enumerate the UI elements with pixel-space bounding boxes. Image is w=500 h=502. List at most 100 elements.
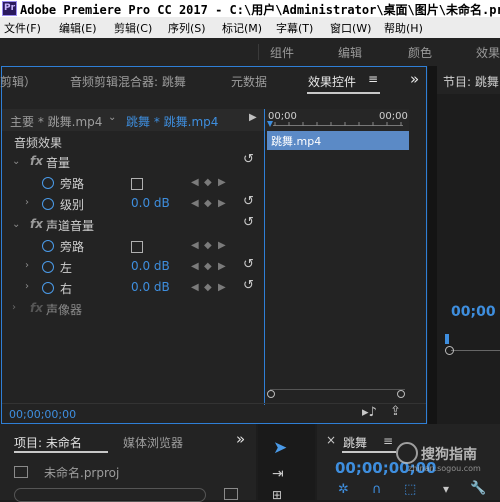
sequence-tab[interactable]: 跳舞 xyxy=(343,434,367,451)
menu-title[interactable]: 字幕(T) xyxy=(276,20,313,36)
timeline-start-time: 00;00 xyxy=(268,111,297,122)
fx-icon[interactable]: fx xyxy=(30,217,43,231)
effect-channel-volume-row[interactable]: ⌄ fx 声道音量 ↺ xyxy=(0,214,263,235)
effect-volume-row[interactable]: ⌄ fx 音量 ↺ xyxy=(0,151,263,172)
channel-volume-effect-name: 声道音量 xyxy=(46,219,95,233)
nest-icon[interactable]: ✲ xyxy=(338,482,349,497)
overflow-icon[interactable]: » xyxy=(236,430,245,448)
timeline-clip[interactable]: 跳舞.mp4 xyxy=(267,131,409,150)
menu-help[interactable]: 帮助(H) xyxy=(384,20,423,36)
menu-clip[interactable]: 剪辑(C) xyxy=(114,20,152,36)
snap-icon[interactable]: ∩ xyxy=(372,482,382,497)
project-tab[interactable]: 项目: 未命名 xyxy=(14,434,82,451)
program-monitor: 节目: 跳舞 00;00 xyxy=(437,66,500,424)
menu-marker[interactable]: 标记(M) xyxy=(222,20,262,36)
expand-arrow-icon[interactable]: ⌄ xyxy=(12,156,20,167)
workspace-effects[interactable]: 效果 xyxy=(476,44,500,61)
app-icon: Pr xyxy=(2,1,17,16)
expand-arrow-icon[interactable]: › xyxy=(12,302,16,313)
fx-icon[interactable]: fx xyxy=(30,154,43,168)
stopwatch-icon[interactable] xyxy=(42,261,54,273)
active-tab-underline xyxy=(307,92,380,94)
reset-icon[interactable]: ↺ xyxy=(243,257,254,272)
close-icon[interactable]: × xyxy=(326,433,336,447)
export-icon[interactable]: ⇪ xyxy=(390,404,401,419)
linked-selection-icon[interactable]: ⬚ xyxy=(404,482,416,497)
panel-menu-icon[interactable]: ≡ xyxy=(368,72,378,86)
add-keyframe-icon[interactable]: ◆ xyxy=(204,177,212,188)
stopwatch-icon[interactable] xyxy=(42,198,54,210)
right-value[interactable]: 0.0 dB xyxy=(131,280,170,294)
stopwatch-icon[interactable] xyxy=(42,177,54,189)
fx-timecode[interactable]: 00;00;00;00 xyxy=(9,408,76,421)
scroll-handle-icon[interactable] xyxy=(445,346,454,355)
effect-panner-row[interactable]: › fx 声像器 xyxy=(0,298,263,319)
channel-right-row: › 右 0.0 dB ◀ ◆ ▶ ↺ xyxy=(0,277,263,298)
menu-window[interactable]: 窗口(W) xyxy=(330,20,371,36)
workspace-color[interactable]: 颜色 xyxy=(408,44,432,61)
media-browser-tab[interactable]: 媒体浏览器 xyxy=(123,434,183,451)
volume-level-row: › 级别 0.0 dB ◀ ◆ ▶ ↺ xyxy=(0,193,263,214)
program-scrubber[interactable] xyxy=(451,350,500,351)
level-label: 级别 xyxy=(60,198,85,212)
reset-icon[interactable]: ↺ xyxy=(243,194,254,209)
track-select-tool-icon[interactable]: ⇥ xyxy=(272,466,284,482)
level-value[interactable]: 0.0 dB xyxy=(131,196,170,210)
workspace-editing[interactable]: 编辑 xyxy=(338,44,362,61)
expand-arrow-icon[interactable]: › xyxy=(25,197,29,208)
next-keyframe-icon[interactable]: ▶ xyxy=(218,261,226,272)
playhead-marker[interactable] xyxy=(445,334,449,344)
stopwatch-icon[interactable] xyxy=(42,240,54,252)
prev-keyframe-icon[interactable]: ◀ xyxy=(191,177,199,188)
program-title[interactable]: 节目: 跳舞 xyxy=(443,73,499,90)
menu-file[interactable]: 文件(F) xyxy=(4,20,41,36)
chevron-down-icon[interactable]: ⌄ xyxy=(108,112,116,123)
master-clip-label[interactable]: 主要 * 跳舞.mp4 xyxy=(10,113,102,130)
add-keyframe-icon[interactable]: ◆ xyxy=(204,198,212,209)
tab-metadata[interactable]: 元数据 xyxy=(231,73,267,90)
left-value[interactable]: 0.0 dB xyxy=(131,259,170,273)
stopwatch-icon[interactable] xyxy=(42,282,54,294)
tab-audio-clip-mixer[interactable]: 音频剪辑混合器: 跳舞 xyxy=(70,73,186,90)
watermark-logo xyxy=(396,442,418,464)
workspace-assembly[interactable]: 组件 xyxy=(270,44,294,61)
scroll-handle-right-icon[interactable] xyxy=(397,390,405,398)
play-icon[interactable]: ▶ xyxy=(249,112,257,123)
menu-sequence[interactable]: 序列(S) xyxy=(168,20,206,36)
next-keyframe-icon[interactable]: ▶ xyxy=(218,282,226,293)
selection-tool-icon[interactable]: ➤ xyxy=(273,438,287,458)
expand-arrow-icon[interactable]: ⌄ xyxy=(12,219,20,230)
timeline-scrollbar[interactable] xyxy=(270,389,405,393)
prev-keyframe-icon[interactable]: ◀ xyxy=(191,198,199,209)
expand-arrow-icon[interactable]: › xyxy=(25,281,29,292)
marker-icon[interactable]: ▾ xyxy=(443,482,449,496)
reset-icon[interactable]: ↺ xyxy=(243,152,254,167)
program-timecode[interactable]: 00;00 xyxy=(451,304,496,320)
menu-edit[interactable]: 编辑(E) xyxy=(59,20,97,36)
audio-solo-icon[interactable]: ▸♪ xyxy=(362,405,377,420)
reset-icon[interactable]: ↺ xyxy=(243,215,254,230)
bypass-checkbox[interactable] xyxy=(131,178,143,190)
wrench-icon[interactable]: 🔧 xyxy=(470,481,486,496)
reset-icon[interactable]: ↺ xyxy=(243,278,254,293)
panel-menu-icon[interactable]: ≡ xyxy=(383,434,393,448)
next-keyframe-icon[interactable]: ▶ xyxy=(218,240,226,251)
tab-source-clip[interactable]: 剪辑） xyxy=(0,73,36,90)
expand-arrow-icon[interactable]: › xyxy=(25,260,29,271)
bypass-checkbox[interactable] xyxy=(131,241,143,253)
prev-keyframe-icon[interactable]: ◀ xyxy=(191,240,199,251)
bin-icon[interactable] xyxy=(224,488,238,500)
tab-effect-controls[interactable]: 效果控件 xyxy=(308,73,356,90)
add-keyframe-icon[interactable]: ◆ xyxy=(204,240,212,251)
add-keyframe-icon[interactable]: ◆ xyxy=(204,261,212,272)
next-keyframe-icon[interactable]: ▶ xyxy=(218,177,226,188)
scroll-handle-left-icon[interactable] xyxy=(267,390,275,398)
next-keyframe-icon[interactable]: ▶ xyxy=(218,198,226,209)
fx-icon[interactable]: fx xyxy=(30,301,43,315)
prev-keyframe-icon[interactable]: ◀ xyxy=(191,282,199,293)
prev-keyframe-icon[interactable]: ◀ xyxy=(191,261,199,272)
current-clip-label[interactable]: 跳舞 * 跳舞.mp4 xyxy=(126,113,218,130)
add-keyframe-icon[interactable]: ◆ xyxy=(204,282,212,293)
overflow-icon[interactable]: » xyxy=(410,70,419,88)
bottom-area: 项目: 未命名 媒体浏览器 » 未命名.prproj ➤ ⇥ ⊞ × 跳舞 ≡ … xyxy=(0,424,500,502)
